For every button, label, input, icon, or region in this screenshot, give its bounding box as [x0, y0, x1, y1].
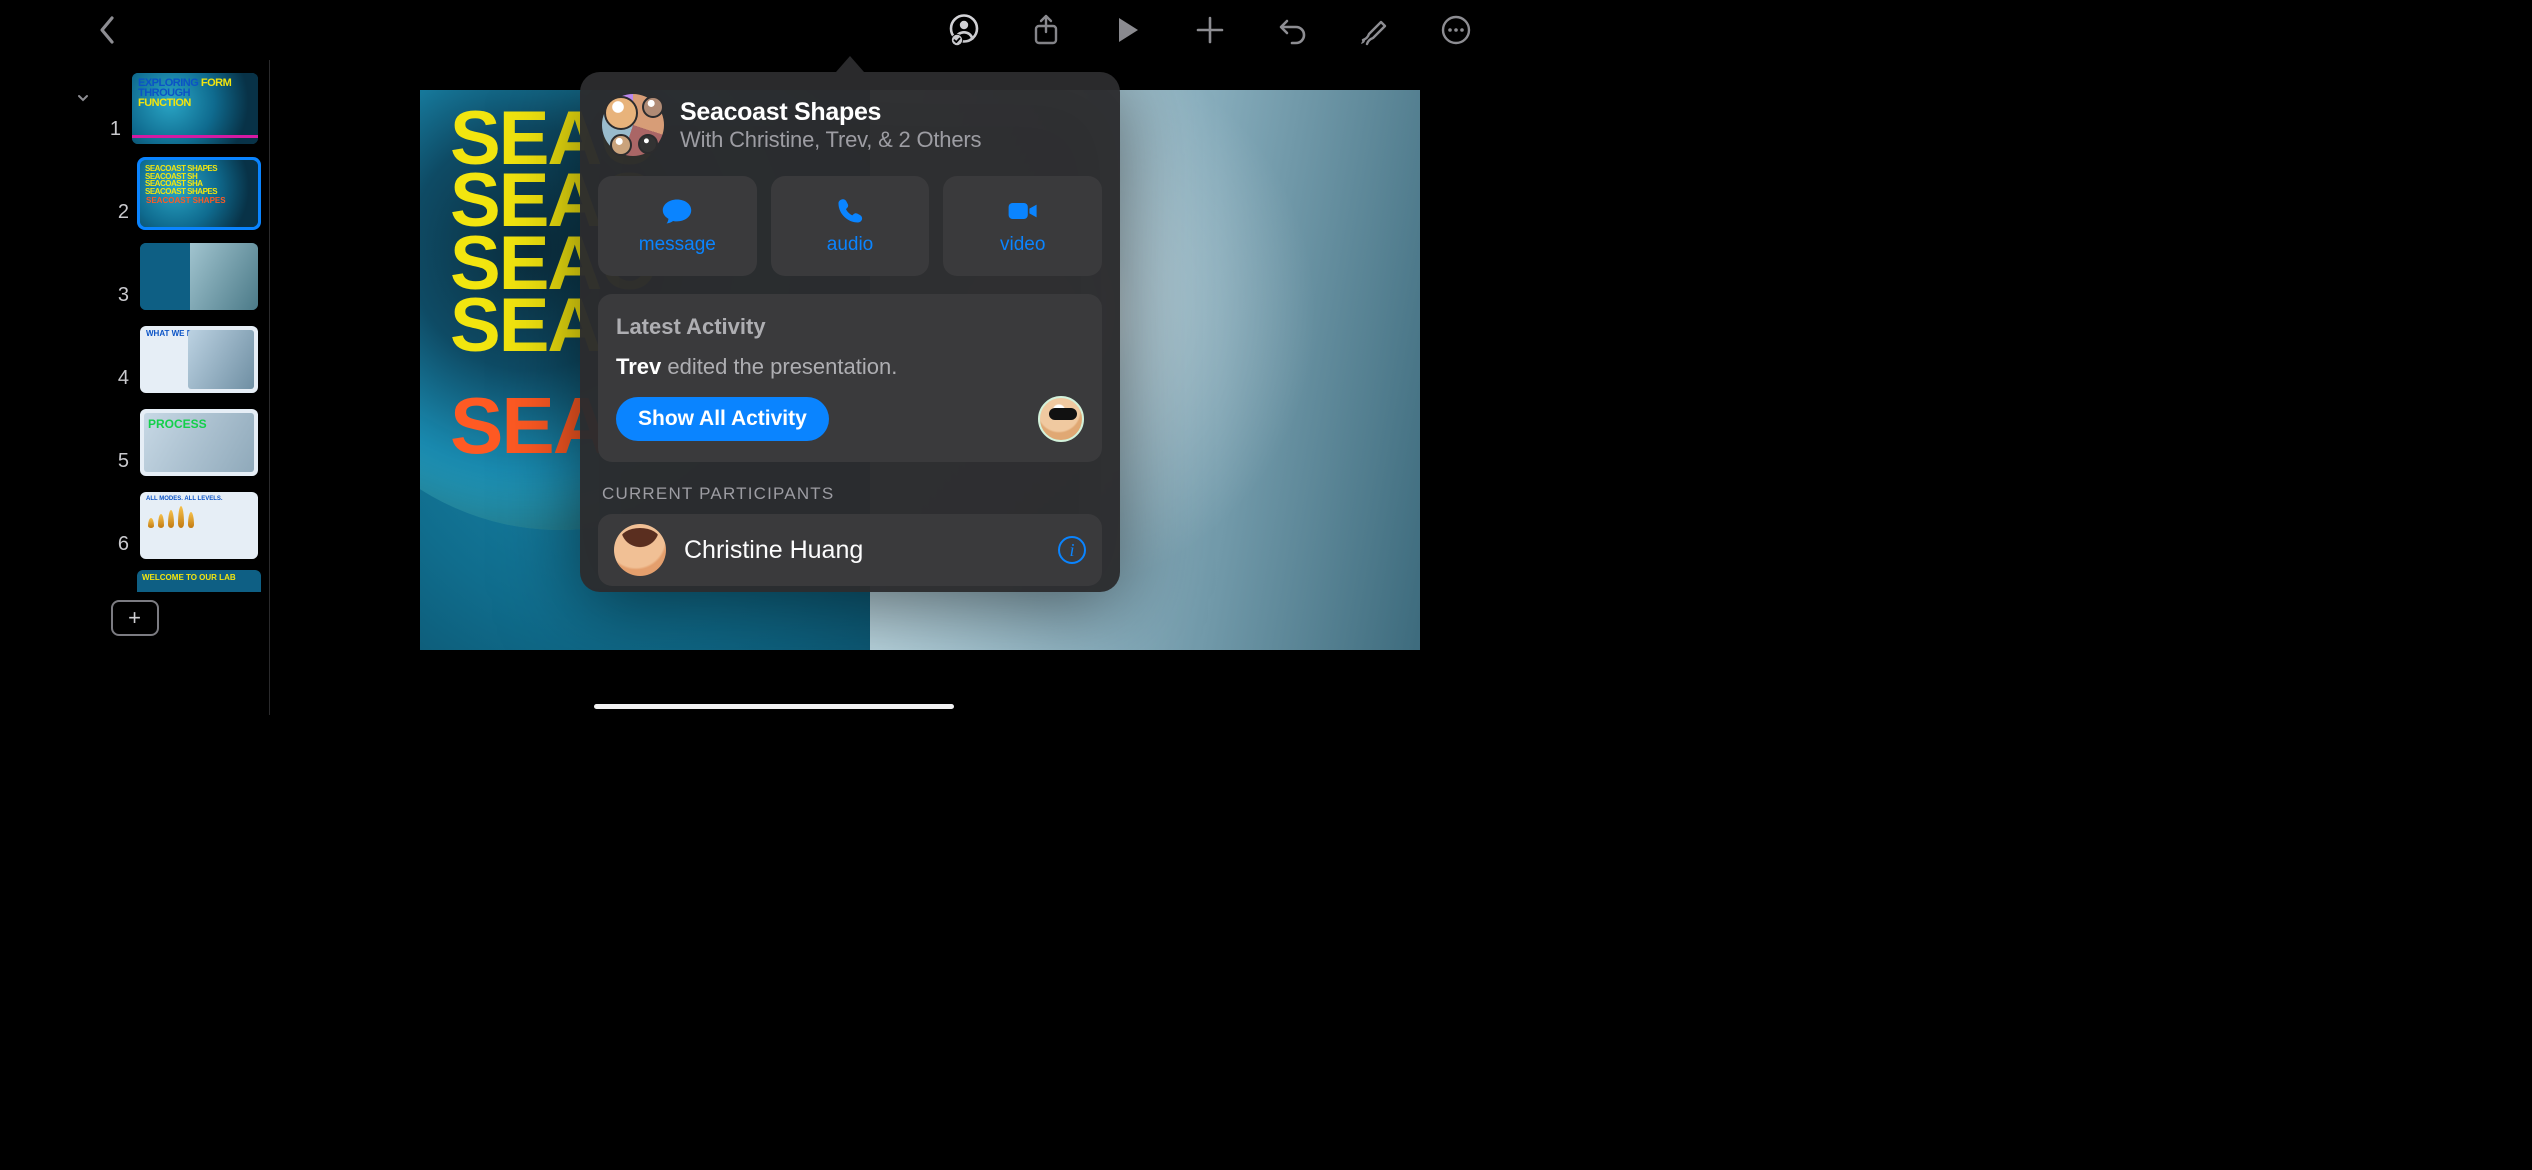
video-button[interactable]: video: [943, 176, 1102, 276]
share-icon: [1032, 14, 1060, 46]
participant-avatar-icon: [614, 524, 666, 576]
more-button[interactable]: [1438, 12, 1474, 48]
collaborate-button[interactable]: [946, 12, 982, 48]
phone-icon: [834, 196, 866, 226]
undo-icon: [1276, 15, 1308, 45]
add-button[interactable]: [1192, 12, 1228, 48]
slide-thumb-6[interactable]: 6 ALL MODES. ALL LEVELS.: [19, 489, 261, 562]
collab-popover: Seacoast Shapes With Christine, Trev, & …: [580, 56, 1120, 592]
participant-info-button[interactable]: i: [1058, 536, 1086, 564]
slide-thumb-3[interactable]: 3: [19, 240, 261, 313]
message-button[interactable]: message: [598, 176, 757, 276]
latest-activity-line: Trev edited the presentation.: [616, 354, 1084, 380]
paintbrush-icon: [1357, 14, 1391, 46]
collab-subtitle: With Christine, Trev, & 2 Others: [680, 127, 981, 153]
slide-navigator[interactable]: 1 EXPLORING FORMTHROUGHFUNCTION 2 SEACOA…: [0, 60, 270, 715]
popover-arrow: [836, 56, 864, 72]
person-collab-icon: [947, 13, 981, 47]
app-root: Seacoast Shapes With Christine, Trev, & …: [0, 0, 1548, 715]
collapse-icon[interactable]: [77, 92, 89, 107]
slide-thumb-4[interactable]: 4 WHAT WE DO: [19, 323, 261, 396]
latest-activity-title: Latest Activity: [616, 314, 1084, 340]
play-icon: [1115, 16, 1141, 44]
slide-thumb-1[interactable]: 1 EXPLORING FORMTHROUGHFUNCTION: [17, 70, 261, 147]
collab-actions: message audio video: [598, 176, 1102, 276]
slide-thumb-5[interactable]: 5 PROCESS: [19, 406, 261, 479]
slide-thumb-peek[interactable]: WELCOME TO OUR LAB: [137, 570, 261, 592]
toolbar: [0, 0, 1548, 60]
audio-button[interactable]: audio: [771, 176, 930, 276]
chevron-left-icon: [98, 15, 118, 45]
play-button[interactable]: [1110, 12, 1146, 48]
avatar-cluster-icon: [602, 94, 664, 156]
toolbar-right: [946, 12, 1474, 48]
home-indicator[interactable]: [594, 704, 954, 709]
ellipsis-circle-icon: [1441, 15, 1471, 45]
show-all-activity-button[interactable]: Show All Activity: [616, 397, 829, 441]
slide-thumb-2[interactable]: 2 SEACOAST SHAPES SEACOAST SH SEACOAST S…: [19, 157, 261, 230]
actor-avatar-icon: [1038, 396, 1084, 442]
latest-activity-card: Latest Activity Trev edited the presenta…: [598, 294, 1102, 462]
add-slide-button[interactable]: +: [111, 600, 159, 636]
participant-name: Christine Huang: [684, 536, 1040, 565]
collab-title: Seacoast Shapes: [680, 98, 981, 127]
video-icon: [1007, 196, 1039, 226]
undo-button[interactable]: [1274, 12, 1310, 48]
back-button[interactable]: [90, 12, 126, 48]
participants-heading: CURRENT PARTICIPANTS: [602, 484, 1098, 504]
participant-row[interactable]: Christine Huang i: [598, 514, 1102, 586]
share-button[interactable]: [1028, 12, 1064, 48]
message-icon: [661, 196, 693, 226]
format-button[interactable]: [1356, 12, 1392, 48]
plus-icon: [1195, 15, 1225, 45]
popover-header: Seacoast Shapes With Christine, Trev, & …: [598, 94, 1102, 170]
